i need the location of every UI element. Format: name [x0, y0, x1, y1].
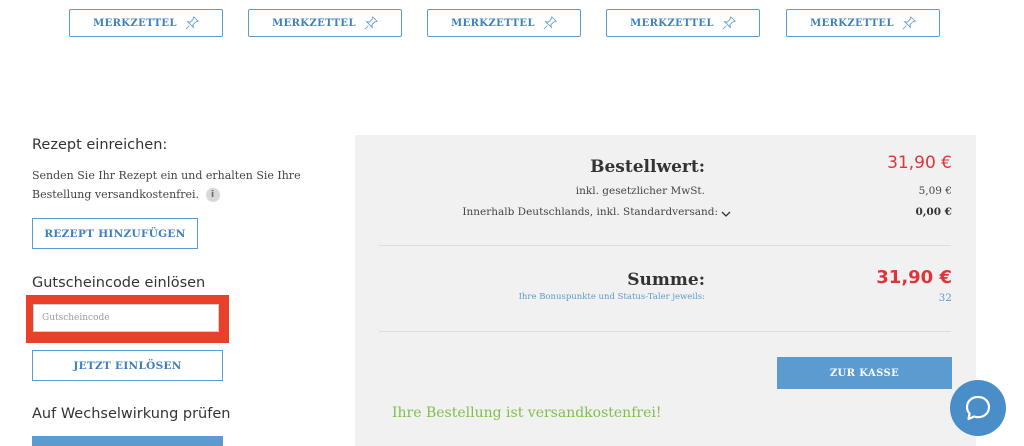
merkzettel-button[interactable]: MERKZETTEL — [69, 9, 223, 37]
free-shipping-message: Ihre Bestellung ist versandkostenfrei! — [392, 405, 662, 421]
gutscheincode-input[interactable] — [33, 304, 219, 332]
info-icon[interactable]: i — [205, 188, 220, 202]
bestellwert-label: Bestellwert: — [590, 157, 705, 177]
pin-icon — [543, 16, 557, 30]
chat-button[interactable] — [950, 380, 1006, 436]
rezept-hinzufuegen-button[interactable]: REZEPT HINZUFÜGEN — [32, 218, 198, 249]
merkzettel-label: MERKZETTEL — [272, 17, 356, 29]
pin-icon — [364, 16, 378, 30]
zur-kasse-button[interactable]: ZUR KASSE — [777, 357, 952, 389]
summe-value: 31,90 € — [876, 267, 952, 288]
pin-icon — [185, 16, 199, 30]
merkzettel-button[interactable]: MERKZETTEL — [786, 9, 940, 37]
merkzettel-button[interactable]: MERKZETTEL — [427, 9, 581, 37]
divider — [379, 331, 951, 332]
rezept-description: Senden Sie Ihr Rezept ein und erhalten S… — [32, 166, 322, 204]
wechselwirkung-button[interactable] — [32, 436, 223, 446]
summe-label: Summe: — [627, 270, 705, 290]
versand-label-text: Innerhalb Deutschlands, inkl. Standardve… — [462, 206, 718, 218]
jetzt-einloesen-button[interactable]: JETZT EINLÖSEN — [32, 350, 223, 381]
divider — [379, 245, 951, 246]
merkzettel-row: MERKZETTEL MERKZETTEL MERKZETTEL MERKZET… — [0, 9, 1024, 39]
merkzettel-label: MERKZETTEL — [93, 17, 177, 29]
coupon-highlight-frame — [26, 295, 229, 343]
merkzettel-button[interactable]: MERKZETTEL — [606, 9, 760, 37]
order-summary-panel: Bestellwert: 31,90 € inkl. gesetzlicher … — [355, 135, 976, 446]
mwst-label: inkl. gesetzlicher MwSt. — [575, 185, 705, 197]
versand-label[interactable]: Innerhalb Deutschlands, inkl. Standardve… — [462, 206, 731, 218]
merkzettel-label: MERKZETTEL — [810, 17, 894, 29]
chat-bubble-icon — [965, 395, 991, 421]
gutschein-heading: Gutscheincode einlösen — [32, 275, 206, 291]
pin-icon — [722, 16, 736, 30]
rezept-heading: Rezept einreichen: — [32, 137, 168, 153]
merkzettel-label: MERKZETTEL — [630, 17, 714, 29]
merkzettel-button[interactable]: MERKZETTEL — [248, 9, 402, 37]
wechselwirkung-heading: Auf Wechselwirkung prüfen — [32, 406, 231, 422]
bonus-value: 32 — [938, 292, 952, 304]
pin-icon — [902, 16, 916, 30]
chevron-down-icon — [721, 211, 731, 217]
versand-value: 0,00 € — [915, 206, 952, 218]
rezept-description-text: Senden Sie Ihr Rezept ein und erhalten S… — [32, 169, 301, 201]
merkzettel-label: MERKZETTEL — [451, 17, 535, 29]
bestellwert-value: 31,90 € — [887, 153, 952, 173]
mwst-value: 5,09 € — [918, 185, 952, 197]
bonus-label: Ihre Bonuspunkte und Status-Taler jeweil… — [518, 292, 705, 302]
